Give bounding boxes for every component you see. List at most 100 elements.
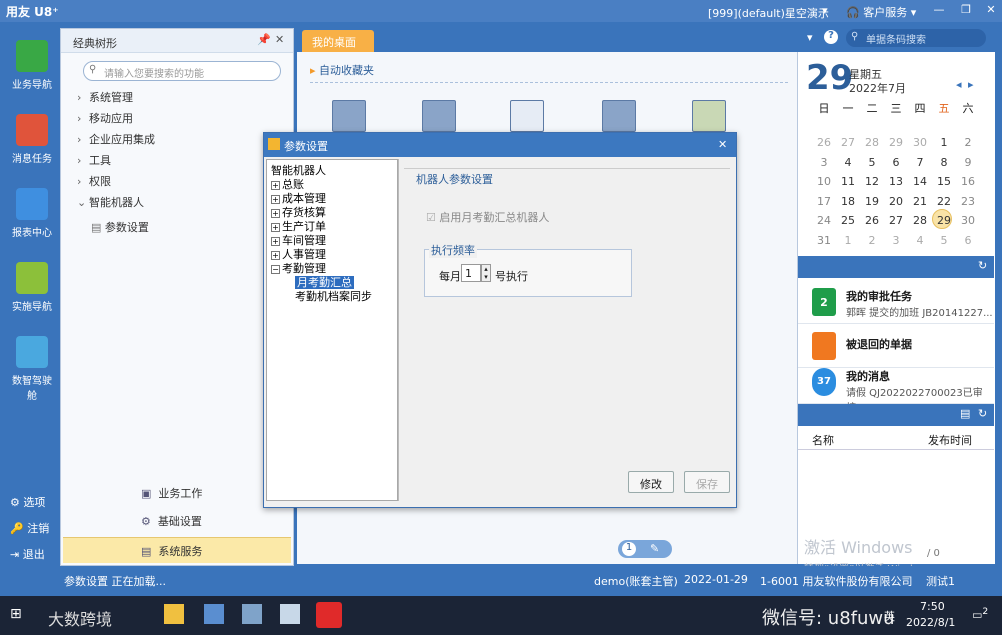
- calendar-day-cell[interactable]: 30: [956, 214, 980, 227]
- u8-app-icon[interactable]: [316, 602, 342, 628]
- menu-item-tools[interactable]: › 工具: [77, 152, 277, 170]
- account-dropdown-icon[interactable]: ▾: [822, 4, 828, 17]
- save-button[interactable]: 保存: [684, 471, 730, 493]
- desk-shortcut-icon[interactable]: [422, 100, 456, 132]
- calendar-day-cell[interactable]: 28: [860, 136, 884, 149]
- expand-icon[interactable]: +: [271, 180, 280, 190]
- nav-cockpit[interactable]: 数智驾驶舱: [8, 336, 56, 406]
- refresh-icon[interactable]: ↻: [978, 259, 987, 272]
- expand-icon[interactable]: +: [271, 236, 280, 246]
- calendar-day-cell[interactable]: 28: [908, 214, 932, 227]
- calendar-day-cell[interactable]: 23: [956, 195, 980, 208]
- day-stepper[interactable]: 1: [461, 264, 481, 282]
- basic-settings-button[interactable]: ⚙ 基础设置: [141, 513, 291, 535]
- edit-button[interactable]: 修改: [628, 471, 674, 493]
- logout-button[interactable]: 🔑 注销: [10, 520, 49, 536]
- calendar-day-cell[interactable]: 25: [836, 214, 860, 227]
- calendar-day-cell[interactable]: 6: [884, 156, 908, 169]
- menu-item-eai[interactable]: › 企业应用集成: [77, 131, 277, 149]
- calendar-day-cell[interactable]: 29: [932, 214, 956, 227]
- next-month-icon[interactable]: ▸: [968, 78, 974, 91]
- expand-icon[interactable]: +: [271, 250, 280, 260]
- calendar-day-cell[interactable]: 4: [836, 156, 860, 169]
- calendar-day-cell[interactable]: 20: [884, 195, 908, 208]
- expand-icon[interactable]: +: [271, 208, 280, 218]
- calendar-day-cell[interactable]: 22: [932, 195, 956, 208]
- tab-my-desktop[interactable]: 我的桌面: [302, 30, 374, 52]
- calendar-day-cell[interactable]: 26: [812, 136, 836, 149]
- dropdown-icon[interactable]: ▾: [807, 31, 813, 44]
- auto-favorites[interactable]: ▸ 自动收藏夹: [310, 62, 374, 78]
- account-label[interactable]: [999](default)星空演示: [708, 5, 829, 21]
- minimize-icon[interactable]: —: [930, 3, 948, 19]
- function-search-input[interactable]: 请输入您要搜索的功能: [83, 61, 281, 81]
- calendar-day-cell[interactable]: 27: [884, 214, 908, 227]
- exit-button[interactable]: ⇥ 退出: [10, 546, 45, 562]
- options-button[interactable]: ⚙ 选项: [10, 494, 45, 510]
- calendar-day-cell[interactable]: 30: [908, 136, 932, 149]
- input-lang[interactable]: 英: [884, 608, 895, 624]
- nav-reports[interactable]: 报表中心: [8, 188, 56, 258]
- task-messages[interactable]: 37 我的消息 请假 QJ2022022700023已审核...: [798, 360, 994, 414]
- customer-service-button[interactable]: 🎧 客户服务 ▾: [846, 4, 916, 20]
- tree-node[interactable]: 考勤机档案同步: [295, 288, 372, 304]
- calendar-day-cell[interactable]: 7: [908, 156, 932, 169]
- task-approval[interactable]: 2 我的审批任务 郭晖 提交的加班 JB20141227...: [798, 280, 994, 324]
- computer-icon[interactable]: [242, 604, 262, 624]
- menu-item-parameter-settings[interactable]: ▤ 参数设置: [91, 219, 149, 235]
- nav-business[interactable]: 业务导航: [8, 40, 56, 110]
- enable-robot-checkbox[interactable]: ☑ 启用月考勤汇总机器人: [426, 209, 549, 225]
- expand-icon[interactable]: +: [271, 222, 280, 232]
- calendar-day-cell[interactable]: 5: [932, 234, 956, 247]
- calendar-day-cell[interactable]: 21: [908, 195, 932, 208]
- pin-icon[interactable]: 📌: [257, 33, 271, 46]
- calendar-day-cell[interactable]: 31: [812, 234, 836, 247]
- desk-shortcut-icon[interactable]: [510, 100, 544, 132]
- calendar-day-cell[interactable]: 14: [908, 175, 932, 188]
- help-icon[interactable]: ?: [824, 30, 838, 44]
- calendar-day-cell[interactable]: 3: [812, 156, 836, 169]
- calendar-day-cell[interactable]: 10: [812, 175, 836, 188]
- calendar-day-cell[interactable]: 2: [860, 234, 884, 247]
- desk-pager[interactable]: 1 ✎: [618, 540, 672, 558]
- prev-month-icon[interactable]: ◂: [956, 78, 962, 91]
- folder-icon[interactable]: [164, 604, 184, 624]
- calendar-day-cell[interactable]: 8: [932, 156, 956, 169]
- calendar-day-cell[interactable]: 5: [860, 156, 884, 169]
- panel-close-icon[interactable]: ✕: [275, 33, 284, 46]
- collapse-icon[interactable]: −: [271, 264, 280, 274]
- desk-shortcut-icon[interactable]: [602, 100, 636, 132]
- nav-implementation[interactable]: 实施导航: [8, 262, 56, 332]
- nav-messages[interactable]: 消息任务: [8, 114, 56, 184]
- menu-item-system[interactable]: › 系统管理: [77, 89, 277, 107]
- book-icon[interactable]: ▤: [960, 407, 970, 420]
- close-icon[interactable]: ✕: [982, 3, 1000, 19]
- expand-icon[interactable]: +: [271, 194, 280, 204]
- calendar-day-cell[interactable]: 16: [956, 175, 980, 188]
- tool-icon[interactable]: [280, 604, 300, 624]
- notification-icon[interactable]: ▭2: [972, 606, 988, 622]
- app-icon[interactable]: [204, 604, 224, 624]
- menu-item-mobile[interactable]: › 移动应用: [77, 110, 277, 128]
- system-service-button[interactable]: ▤ 系统服务: [63, 537, 291, 563]
- calendar-day-cell[interactable]: 11: [836, 175, 860, 188]
- menu-item-permission[interactable]: › 权限: [77, 173, 277, 191]
- calendar-day-cell[interactable]: 17: [812, 195, 836, 208]
- splitter[interactable]: [398, 159, 399, 501]
- calendar-day-cell[interactable]: 26: [860, 214, 884, 227]
- calendar-day-cell[interactable]: 15: [932, 175, 956, 188]
- barcode-search-input[interactable]: 单据条码搜索: [846, 29, 986, 47]
- menu-item-robot[interactable]: ⌄ 智能机器人: [77, 194, 277, 212]
- calendar-day-cell[interactable]: 12: [860, 175, 884, 188]
- calendar-day-cell[interactable]: 29: [884, 136, 908, 149]
- calendar-day-cell[interactable]: 2: [956, 136, 980, 149]
- calendar-day-cell[interactable]: 13: [884, 175, 908, 188]
- calendar-day-cell[interactable]: 4: [908, 234, 932, 247]
- dialog-close-icon[interactable]: ✕: [718, 138, 727, 151]
- calendar-day-cell[interactable]: 27: [836, 136, 860, 149]
- desk-shortcut-icon[interactable]: [692, 100, 726, 132]
- calendar-day-cell[interactable]: 3: [884, 234, 908, 247]
- calendar-day-cell[interactable]: 1: [932, 136, 956, 149]
- calendar-day-cell[interactable]: 6: [956, 234, 980, 247]
- calendar-day-cell[interactable]: 9: [956, 156, 980, 169]
